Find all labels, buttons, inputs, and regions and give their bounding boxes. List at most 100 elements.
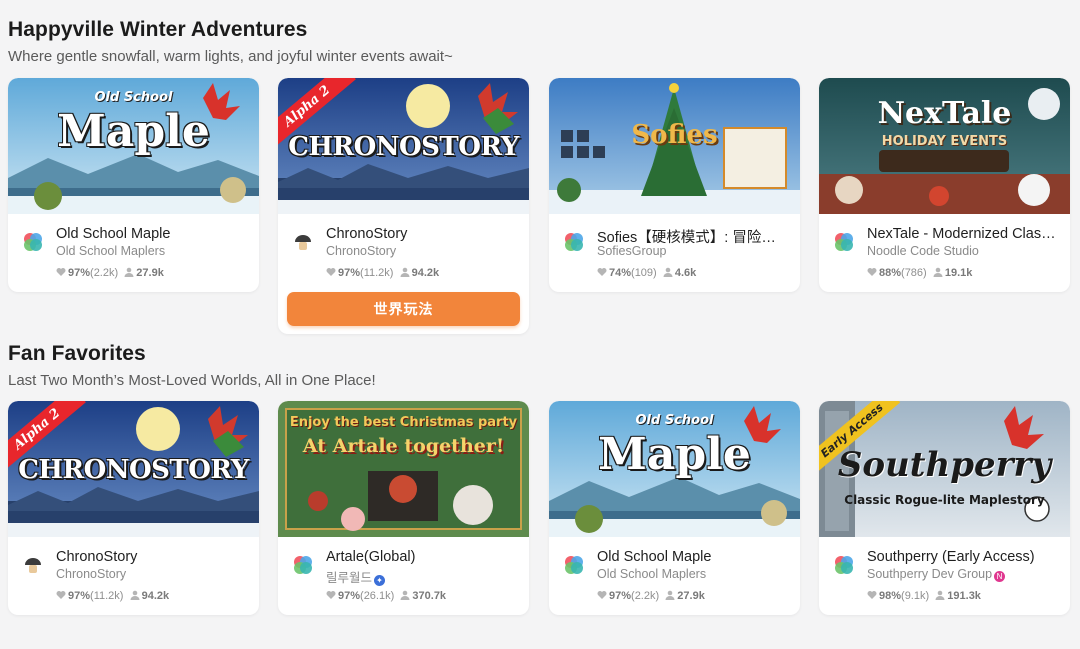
developer-avatar-icon xyxy=(835,233,853,251)
player-count: 94.2k xyxy=(411,267,440,279)
partner-badge-icon: N xyxy=(994,571,1006,582)
rating-percent: 98% xyxy=(879,590,902,602)
user-icon xyxy=(663,267,673,277)
game-card-old-school-maple[interactable]: Old School Maple Old School Maple Old Sc… xyxy=(8,78,259,292)
developer-name[interactable]: ChronoStory xyxy=(326,244,518,258)
heart-icon xyxy=(597,268,607,276)
game-card-artale-global[interactable]: Enjoy the best Christmas party At Artale… xyxy=(278,401,529,615)
game-thumbnail[interactable]: Alpha 2 CHRONOSTORY xyxy=(278,78,529,214)
game-card-southperry[interactable]: Early Access Southperry Classic Rogue-li… xyxy=(819,401,1070,615)
review-count: (2.2k) xyxy=(90,267,119,279)
thumb-title-text: Southperry xyxy=(837,445,1052,485)
thumb-title-text: Maple xyxy=(57,106,210,157)
review-count: (109) xyxy=(631,267,657,279)
developer-name[interactable]: Old School Maplers xyxy=(56,244,248,258)
thumb-title-text: CHRONOSTORY xyxy=(288,132,519,162)
thumb-small-text: Old School xyxy=(94,90,173,105)
game-name[interactable]: Old School Maple xyxy=(597,549,789,565)
game-thumbnail[interactable]: Sofies xyxy=(549,78,800,214)
game-stats: 98%(9.1k) 191.3k xyxy=(867,590,981,602)
game-stats: 97%(2.2k) 27.9k xyxy=(597,590,705,602)
developer-name[interactable]: 릴루월드 ✦ xyxy=(326,567,518,586)
developer-name[interactable]: Noodle Code Studio xyxy=(867,244,1059,258)
game-name[interactable]: Southperry (Early Access) xyxy=(867,549,1059,565)
game-card-sofies[interactable]: Sofies Sofies【硬核模式】: 冒险… SofiesGroup 74%… xyxy=(549,78,800,292)
game-card-old-school-maple[interactable]: Old School Maple Old School Maple Old Sc… xyxy=(549,401,800,615)
heart-icon xyxy=(56,268,66,276)
user-icon xyxy=(935,590,945,600)
game-card-chronostory[interactable]: Alpha 2 CHRONOSTORY ChronoStory ChronoSt… xyxy=(278,78,529,334)
user-icon xyxy=(400,590,410,600)
player-count: 27.9k xyxy=(677,590,705,602)
developer-avatar-icon xyxy=(835,556,853,574)
thumb-title-text: Maple xyxy=(598,429,751,480)
player-count: 370.7k xyxy=(412,590,447,602)
section-subtitle-fan-favorites: Last Two Month’s Most-Loved Worlds, All … xyxy=(8,372,376,389)
review-count: (11.2k) xyxy=(360,267,394,279)
thumb-title-text: CHRONOSTORY xyxy=(18,455,249,485)
developer-name[interactable]: Old School Maplers xyxy=(597,567,789,581)
game-name[interactable]: NexTale - Modernized Clas… xyxy=(867,226,1059,242)
thumb-title-text: NexTale xyxy=(877,96,1012,131)
game-thumbnail[interactable]: Old School Maple xyxy=(549,401,800,537)
review-count: (9.1k) xyxy=(901,590,930,602)
review-count: (11.2k) xyxy=(90,590,124,602)
heart-icon xyxy=(867,268,877,276)
review-count: (786) xyxy=(901,267,927,279)
developer-name[interactable]: ChronoStory xyxy=(56,567,248,581)
user-icon xyxy=(665,590,675,600)
heart-icon xyxy=(326,591,336,599)
thumb-small-text: Classic Rogue-lite Maplestory xyxy=(844,493,1045,507)
thumb-title-text: Sofies xyxy=(631,120,718,150)
player-count: 94.2k xyxy=(141,590,170,602)
game-stats: 74%(109) 4.6k xyxy=(597,267,696,279)
game-thumbnail[interactable]: Alpha 2 CHRONOSTORY xyxy=(8,401,259,537)
game-stats: 97%(2.2k) 27.9k xyxy=(56,267,164,279)
heart-icon xyxy=(56,591,66,599)
rating-percent: 74% xyxy=(609,267,632,279)
game-card-chronostory[interactable]: Alpha 2 CHRONOSTORY ChronoStory ChronoSt… xyxy=(8,401,259,615)
developer-name[interactable]: SofiesGroup xyxy=(597,244,789,258)
game-thumbnail[interactable]: NexTale HOLIDAY EVENTS xyxy=(819,78,1070,214)
game-thumbnail[interactable]: Early Access Southperry Classic Rogue-li… xyxy=(819,401,1070,537)
game-thumbnail[interactable]: Enjoy the best Christmas party At Artale… xyxy=(278,401,529,537)
developer-name[interactable]: Southperry Dev Group N xyxy=(867,567,1059,582)
user-icon xyxy=(933,267,943,277)
player-count: 27.9k xyxy=(136,267,164,279)
thumb-small-text: HOLIDAY EVENTS xyxy=(881,134,1008,149)
user-icon xyxy=(130,590,140,600)
rating-percent: 97% xyxy=(338,267,361,279)
developer-avatar-icon xyxy=(565,233,583,251)
game-name[interactable]: ChronoStory xyxy=(56,549,248,565)
rating-percent: 88% xyxy=(879,267,902,279)
game-name[interactable]: ChronoStory xyxy=(326,226,518,242)
player-count: 4.6k xyxy=(674,267,697,279)
rating-percent: 97% xyxy=(68,267,91,279)
player-count: 19.1k xyxy=(944,267,973,279)
game-stats: 97%(11.2k) 94.2k xyxy=(56,590,169,602)
game-name[interactable]: Artale(Global) xyxy=(326,549,518,565)
game-stats: 97%(11.2k) 94.2k xyxy=(326,267,439,279)
review-count: (2.2k) xyxy=(631,590,660,602)
developer-avatar-icon xyxy=(295,235,311,250)
developer-avatar-icon xyxy=(294,556,312,574)
review-count: (26.1k) xyxy=(360,590,395,602)
game-stats: 97%(26.1k) 370.7k xyxy=(326,590,446,602)
play-world-button[interactable]: 世界玩法 xyxy=(287,292,520,326)
user-icon xyxy=(400,267,410,277)
thumb-small-text: Old School xyxy=(635,413,714,428)
section-title-fan-favorites: Fan Favorites xyxy=(8,342,146,365)
game-name[interactable]: Old School Maple xyxy=(56,226,248,242)
heart-icon xyxy=(597,591,607,599)
heart-icon xyxy=(326,268,336,276)
section-title-winter: Happyville Winter Adventures xyxy=(8,18,308,41)
rating-percent: 97% xyxy=(68,590,91,602)
user-icon xyxy=(124,267,134,277)
thumb-title-text: At Artale together! xyxy=(302,435,505,457)
developer-name-text[interactable]: 릴루월드 xyxy=(326,571,372,585)
game-card-nextale[interactable]: NexTale HOLIDAY EVENTS NexTale - Moderni… xyxy=(819,78,1070,292)
thumb-small-text: Enjoy the best Christmas party xyxy=(289,415,518,430)
developer-name-text[interactable]: Southperry Dev Group xyxy=(867,567,992,581)
heart-icon xyxy=(867,591,877,599)
game-thumbnail[interactable]: Old School Maple xyxy=(8,78,259,214)
